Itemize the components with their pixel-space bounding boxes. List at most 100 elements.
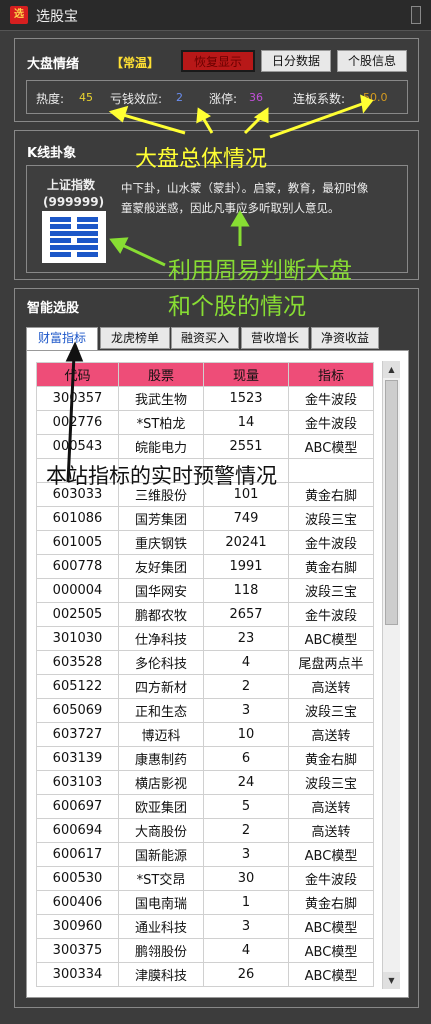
- col-code-header[interactable]: 代码: [36, 362, 119, 387]
- title-bar: 选 选股宝: [0, 0, 431, 31]
- cell-indicator: 高送转: [288, 674, 374, 699]
- cell-indicator: 黄金右脚: [288, 746, 374, 771]
- table-row[interactable]: 300357 我武生物 1523 金牛波段: [36, 386, 374, 411]
- cell-indicator: ABC模型: [288, 938, 374, 963]
- table-row[interactable]: 601005 重庆钢铁 20241 金牛波段: [36, 530, 374, 555]
- cell-indicator: 波段三宝: [288, 506, 374, 531]
- tab-roe[interactable]: 净资收益: [311, 327, 379, 349]
- cell-stock: 皖能电力: [118, 434, 204, 459]
- cell-stock: 康惠制药: [118, 746, 204, 771]
- loss-effect-value: 2: [176, 91, 183, 104]
- cell-code: 300357: [36, 386, 119, 411]
- table-row[interactable]: 600778 友好集团 1991 黄金右脚: [36, 554, 374, 579]
- table-scrollbar[interactable]: ▲ ▼: [382, 361, 400, 989]
- annotation-overall: 大盘总体情况: [135, 147, 268, 172]
- table-row[interactable]: 000004 国华网安 118 波段三宝: [36, 578, 374, 603]
- market-stats-box: 热度: 45 亏钱效应: 2 涨停: 36 连板系数: 50.0: [26, 80, 408, 114]
- index-code: (999999): [43, 195, 105, 209]
- cell-indicator: 黄金右脚: [288, 554, 374, 579]
- cell-indicator: 金牛波段: [288, 410, 374, 435]
- cell-volume: 3: [203, 698, 289, 723]
- cell-stock: 大商股份: [118, 818, 204, 843]
- cell-indicator: ABC模型: [288, 962, 374, 987]
- tab-revenue-growth[interactable]: 营收增长: [241, 327, 309, 349]
- cell-stock: 国华网安: [118, 578, 204, 603]
- cell-stock: 博迈科: [118, 722, 204, 747]
- table-row[interactable]: 605122 四方新材 2 高送转: [36, 674, 374, 699]
- cell-volume: 24: [203, 770, 289, 795]
- cell-volume: 1523: [203, 386, 289, 411]
- cell-code: 600617: [36, 842, 119, 867]
- app-logo-icon: 选: [10, 6, 28, 24]
- smart-pick-title: 智能选股: [27, 301, 80, 316]
- cell-code: 300334: [36, 962, 119, 987]
- cell-volume: 749: [203, 506, 289, 531]
- cell-volume: 4: [203, 938, 289, 963]
- cell-stock: 我武生物: [118, 386, 204, 411]
- cell-indicator: [288, 458, 374, 483]
- tab-dragon-tiger[interactable]: 龙虎榜单: [100, 327, 170, 349]
- cell-indicator: 黄金右脚: [288, 482, 374, 507]
- cell-indicator: ABC模型: [288, 626, 374, 651]
- tab-margin-buy[interactable]: 融资买入: [171, 327, 239, 349]
- cell-volume: 14: [203, 410, 289, 435]
- scroll-down-icon[interactable]: ▼: [383, 972, 400, 989]
- cell-volume: 2657: [203, 602, 289, 627]
- table-row[interactable]: 603727 博迈科 10 高送转: [36, 722, 374, 747]
- table-row[interactable]: 603528 多伦科技 4 尾盘两点半: [36, 650, 374, 675]
- stock-info-button[interactable]: 个股信息: [337, 50, 407, 72]
- restore-display-button[interactable]: 恢复显示: [181, 50, 255, 72]
- daily-data-button[interactable]: 日分数据: [261, 50, 331, 72]
- cell-volume: 2: [203, 818, 289, 843]
- streak-coef-value: 50.0: [363, 91, 388, 104]
- cell-indicator: 黄金右脚: [288, 890, 374, 915]
- tab-wealth-indicator[interactable]: 财富指标: [26, 327, 98, 352]
- loss-effect-label: 亏钱效应:: [110, 92, 163, 106]
- heat-value: 45: [79, 91, 93, 104]
- stock-table: 代码 股票 现量 指标 300357 我武生物 1523 金牛波段 002776 *ST柏…: [36, 362, 374, 987]
- market-mood-panel: 大盘情绪 【常温】 恢复显示 日分数据 个股信息 热度: 45 亏钱效应: 2 …: [14, 38, 419, 122]
- col-stock-header[interactable]: 股票: [118, 362, 204, 387]
- col-volume-header[interactable]: 现量: [203, 362, 289, 387]
- cell-stock: *ST柏龙: [118, 410, 204, 435]
- table-row[interactable]: 600697 欧亚集团 5 高送转: [36, 794, 374, 819]
- cell-stock: 国电南瑞: [118, 890, 204, 915]
- scroll-thumb[interactable]: [385, 380, 398, 625]
- table-row[interactable]: 600617 国新能源 3 ABC模型: [36, 842, 374, 867]
- table-row[interactable]: 601086 国芳集团 749 波段三宝: [36, 506, 374, 531]
- table-row[interactable]: 603103 横店影视 24 波段三宝: [36, 770, 374, 795]
- cell-stock: 多伦科技: [118, 650, 204, 675]
- cell-indicator: 金牛波段: [288, 866, 374, 891]
- table-row[interactable]: 300960 通业科技 3 ABC模型: [36, 914, 374, 939]
- index-name: 上证指数: [47, 178, 96, 192]
- cell-code: 300375: [36, 938, 119, 963]
- cell-volume: 3: [203, 914, 289, 939]
- cell-code: 600697: [36, 794, 119, 819]
- col-indicator-header[interactable]: 指标: [288, 362, 374, 387]
- table-row[interactable]: 000543 皖能电力 2551 ABC模型: [36, 434, 374, 459]
- cell-volume: 6: [203, 746, 289, 771]
- mood-badge: 【常温】: [111, 56, 160, 70]
- meng-hexagram-icon: [42, 211, 106, 263]
- scroll-up-icon[interactable]: ▲: [383, 361, 400, 378]
- table-row[interactable]: 002776 *ST柏龙 14 金牛波段: [36, 410, 374, 435]
- table-row[interactable]: 300375 鹏翎股份 4 ABC模型: [36, 938, 374, 963]
- cell-code: 601086: [36, 506, 119, 531]
- cell-volume: 4: [203, 650, 289, 675]
- cell-code: 605122: [36, 674, 119, 699]
- annotation-iching-line1: 利用周易判断大盘: [168, 258, 352, 284]
- table-row[interactable]: 605069 正和生态 3 波段三宝: [36, 698, 374, 723]
- window-control-button[interactable]: [411, 6, 421, 24]
- table-row[interactable]: 600406 国电南瑞 1 黄金右脚: [36, 890, 374, 915]
- cell-code: 603103: [36, 770, 119, 795]
- cell-indicator: 金牛波段: [288, 602, 374, 627]
- cell-stock: 重庆钢铁: [118, 530, 204, 555]
- table-row[interactable]: 600694 大商股份 2 高送转: [36, 818, 374, 843]
- table-row[interactable]: 301030 仕净科技 23 ABC模型: [36, 626, 374, 651]
- table-row[interactable]: 603139 康惠制药 6 黄金右脚: [36, 746, 374, 771]
- table-row[interactable]: 600530 *ST交昂 30 金牛波段: [36, 866, 374, 891]
- cell-code: 002776: [36, 410, 119, 435]
- cell-stock: *ST交昂: [118, 866, 204, 891]
- table-row[interactable]: 002505 鹏都农牧 2657 金牛波段: [36, 602, 374, 627]
- table-row[interactable]: 300334 津膜科技 26 ABC模型: [36, 962, 374, 987]
